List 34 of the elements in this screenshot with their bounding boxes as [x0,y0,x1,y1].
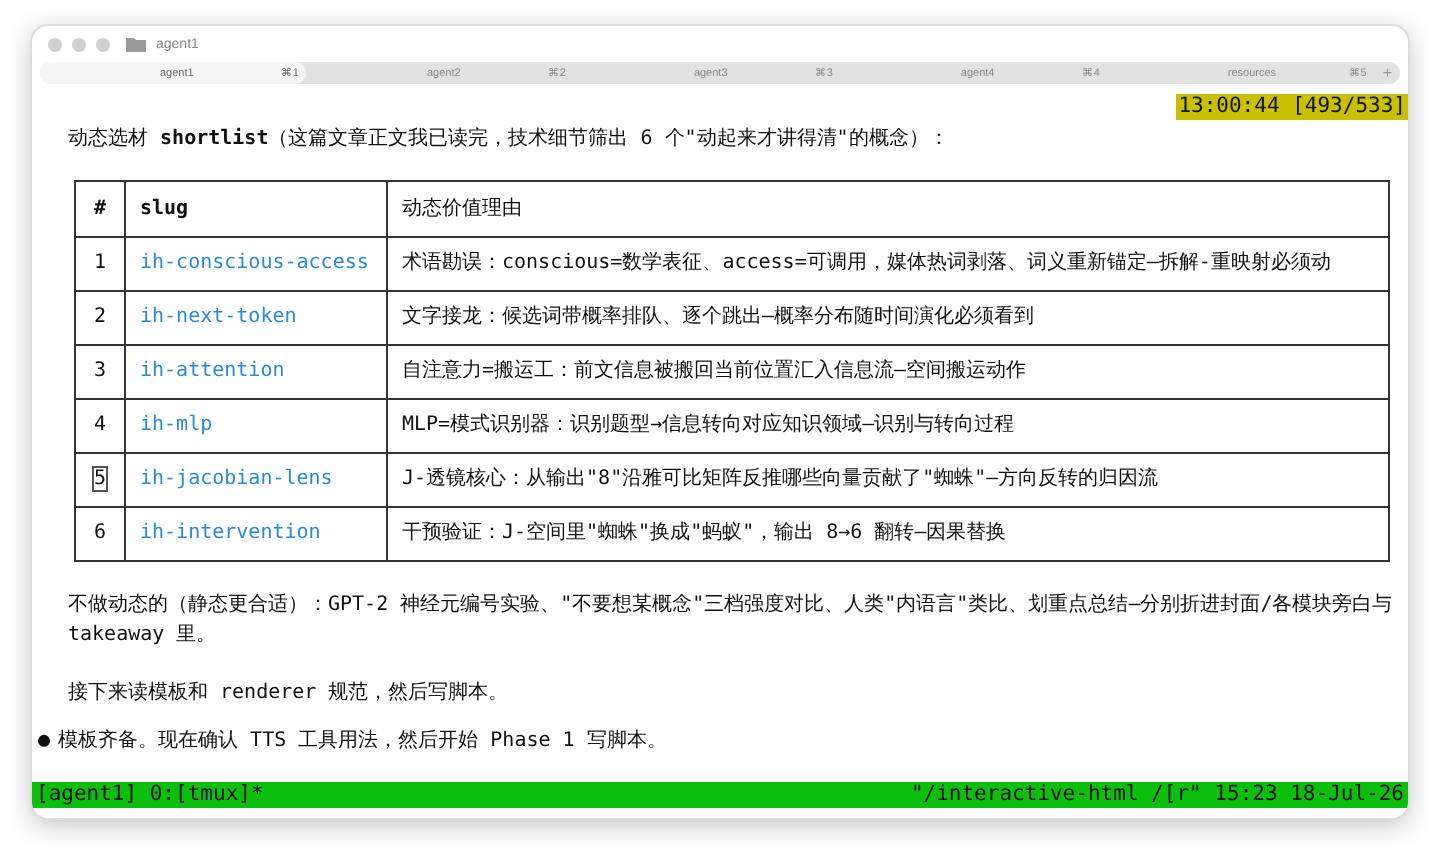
intro-text: 动态选材 shortlist（这篇文章正文我已读完，技术细节筛出 6 个"动起来才讲得清"的概念）： [68,125,951,154]
minimize-icon[interactable] [72,37,86,51]
column-header: 动态价值理由 [387,181,1389,237]
slug-cell: ih-jacobian-lens [125,453,387,507]
table-cell: 术语勘误：conscious=数学表征、access=可调用，媒体热词剥落、词义重新锚定—拆解-重映射必须动 [387,237,1389,291]
table-cell: 文字接龙：候选词带概率排队、逐个跳出—概率分布随时间演化必须看到 [387,291,1389,345]
close-icon[interactable] [48,37,62,51]
new-tab-button[interactable]: + [1374,64,1401,82]
clock-indicator: 13:00:44 [493/533] [1176,94,1408,120]
table-cell: 干预验证：J-空间里"蜘蛛"换成"蚂蚁"，输出 8→6 翻转—因果替换 [387,507,1389,561]
paragraph: 不做动态的（静态更合适）：GPT-2 神经元编号实验、"不要想某概念"三档强度对比、人类"内语言"类比、划重点总结—分别折进封面/各模块旁白与 takeaway 里。 [68,591,1395,650]
slug-cell: ih-intervention [125,507,387,561]
status-info: "/interactive-html /[r" 15:23 18-Jul-26 [910,782,1404,808]
table-cell: MLP=模式识别器：识别题型→信息转向对应知识领域—识别与转向过程 [387,399,1389,453]
table-cell: 自注意力=搬运工：前文信息被搬回当前位置汇入信息流—空间搬运动作 [387,345,1389,399]
zoom-icon[interactable] [96,37,110,51]
row-number: 4 [93,414,107,436]
row-number: 3 [93,360,107,382]
session-label: [agent1] 0:[tmux]* [36,782,264,808]
column-header: # [75,181,125,237]
row-number: 6 [93,522,107,544]
bullet-icon: ● [38,728,51,756]
row-number: 5 [93,468,107,490]
slug-cell: ih-next-token [125,291,387,345]
slug-cell: ih-mlp [125,399,387,453]
row-number: 1 [93,252,107,274]
slug-cell: ih-attention [125,345,387,399]
column-header: slug [125,181,387,237]
status-message: 模板齐备。现在确认 TTS 工具用法，然后开始 Phase 1 写脚本。 [58,728,667,756]
row-number: 2 [93,306,107,328]
paragraph: 接下来读模板和 renderer 规范，然后写脚本。 [68,679,511,708]
table-cell: J-透镜核心：从输出"8"沿雅可比矩阵反推哪些向量贡献了"蜘蛛"—方向反转的归因流 [387,453,1389,507]
folder-icon [126,36,146,52]
slug-cell: ih-conscious-access [125,237,387,291]
